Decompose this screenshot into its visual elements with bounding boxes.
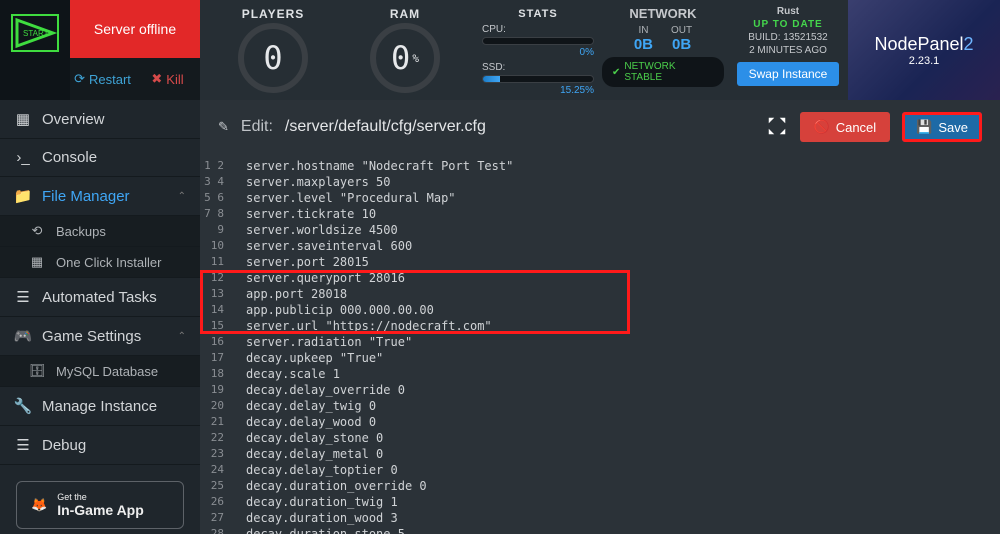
players-value: 0 (263, 39, 282, 77)
ram-unit: % (412, 52, 419, 65)
database-icon: 🗄 (28, 363, 46, 379)
nav-debug[interactable]: ☰Debug (0, 426, 200, 465)
chevron-up-icon: ⌃ (178, 331, 186, 342)
net-out-label: OUT (671, 25, 692, 36)
net-in-label: IN (638, 25, 648, 36)
network-stable-badge: ✔NETWORK STABLE (602, 57, 724, 87)
restart-label: Restart (89, 72, 131, 87)
in-game-app-promo[interactable]: 🦊 Get theIn-Game App (16, 481, 184, 529)
game-title: Rust (777, 6, 799, 17)
save-button[interactable]: 💾Save (902, 112, 982, 142)
line-gutter: 1 2 3 4 5 6 7 8 9 10 11 12 13 14 15 16 1… (200, 154, 234, 534)
fox-icon: 🦊 (31, 497, 47, 513)
cancel-icon: 🚫 (814, 119, 830, 135)
nav-console[interactable]: ›_Console (0, 139, 200, 177)
nav-overview[interactable]: ▦Overview (0, 100, 200, 139)
brand-block: NodePanel2 2.23.1 (848, 0, 1000, 100)
build-age: 2 MINUTES AGO (749, 45, 827, 56)
fullscreen-icon[interactable] (766, 115, 788, 140)
refresh-icon: ⟳ (74, 71, 85, 87)
ram-value: 0 (391, 39, 410, 77)
cpu-label: CPU: (482, 24, 506, 35)
players-gauge: PLAYERS 0 (218, 7, 328, 93)
list-icon: ☰ (14, 436, 32, 454)
ram-label: RAM (390, 7, 420, 21)
check-icon: ✔ (612, 67, 620, 78)
network-block: NETWORK IN0B OUT0B ✔NETWORK STABLE (598, 0, 728, 100)
code-editor[interactable]: 1 2 3 4 5 6 7 8 9 10 11 12 13 14 15 16 1… (200, 154, 1000, 534)
game-block: Rust UP TO DATE BUILD: 13521532 2 MINUTE… (728, 0, 848, 100)
gamepad-icon: 🎮 (14, 327, 32, 345)
players-label: PLAYERS (242, 7, 305, 21)
nav-game-settings[interactable]: 🎮Game Settings⌃ (0, 317, 200, 356)
swap-instance-button[interactable]: Swap Instance (737, 62, 840, 86)
ssd-pct: 15.25% (560, 85, 594, 96)
server-status: Server offline (70, 0, 200, 58)
save-icon: 💾 (916, 119, 932, 135)
net-out-value: 0B (672, 36, 691, 53)
nav-mysql[interactable]: 🗄MySQL Database (0, 356, 200, 387)
cpu-bar (482, 37, 594, 45)
clock-icon: ⟲ (28, 223, 46, 239)
folder-icon: 📁 (14, 187, 32, 205)
nav-one-click[interactable]: ▦One Click Installer (0, 247, 200, 278)
restart-button[interactable]: ⟳ Restart (70, 58, 135, 100)
stats-block: STATS CPU: 0% SSD: 15.25% (478, 0, 598, 100)
edit-label: Edit: (241, 118, 273, 136)
ram-gauge: RAM 0% (350, 7, 460, 93)
build-label: BUILD: 13521532 (748, 32, 828, 43)
wrench-icon: 🔧 (14, 397, 32, 415)
nav-automated-tasks[interactable]: ☰Automated Tasks (0, 278, 200, 317)
net-in-value: 0B (634, 36, 653, 53)
close-icon: ✖ (151, 71, 162, 87)
ssd-label: SSD: (482, 62, 505, 73)
code-content[interactable]: server.hostname "Nodecraft Port Test" se… (246, 154, 1000, 534)
edit-icon: ✎ (218, 119, 229, 135)
start-button[interactable]: START (11, 14, 59, 52)
nav-backups[interactable]: ⟲Backups (0, 216, 200, 247)
uptodate-label: UP TO DATE (753, 19, 822, 30)
grid-icon: ▦ (14, 110, 32, 128)
chevron-up-icon: ⌃ (178, 191, 186, 202)
terminal-icon: ›_ (14, 149, 32, 166)
network-title: NETWORK (629, 6, 696, 21)
start-label: START (23, 29, 49, 38)
grid-icon: ▦ (28, 254, 46, 270)
cancel-button[interactable]: 🚫Cancel (800, 112, 891, 142)
nav-file-manager[interactable]: 📁File Manager⌃ (0, 177, 200, 216)
ssd-bar (482, 75, 594, 83)
list-icon: ☰ (14, 288, 32, 306)
kill-label: Kill (166, 72, 183, 87)
brand-version: 2.23.1 (909, 55, 940, 67)
sidebar: ▦Overview ›_Console 📁File Manager⌃ ⟲Back… (0, 100, 200, 534)
edit-path: /server/default/cfg/server.cfg (285, 118, 486, 136)
stats-title: STATS (518, 8, 557, 20)
kill-button[interactable]: ✖ Kill (135, 58, 200, 100)
cpu-pct: 0% (580, 47, 594, 58)
nav-manage-instance[interactable]: 🔧Manage Instance (0, 387, 200, 426)
